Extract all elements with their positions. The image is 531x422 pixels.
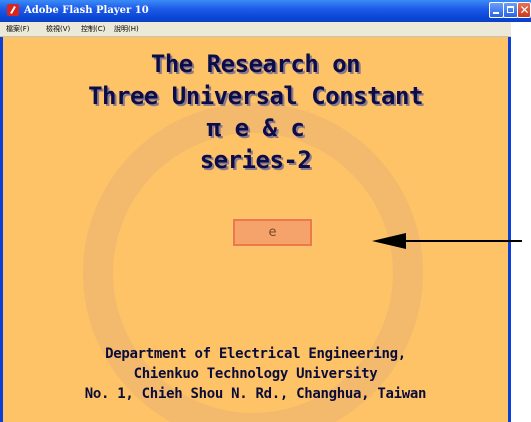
credit-address: No. 1, Chieh Shou N. Rd., Changhua, Taiw… — [84, 386, 427, 402]
flash-player-icon[interactable] — [7, 4, 19, 16]
e-button[interactable]: e — [232, 218, 313, 247]
close-icon: ✕ — [519, 3, 530, 17]
title-bar[interactable]: Adobe Flash Player 10 ✕ — [0, 0, 531, 22]
menu-view[interactable]: 檢視(V) — [46, 23, 70, 35]
menu-help[interactable]: 說明(H) — [114, 23, 139, 35]
heading-line-2: Three Universal Constant — [88, 82, 423, 110]
menu-control[interactable]: 控制(C) — [81, 23, 105, 35]
maximize-button[interactable] — [503, 2, 518, 18]
minimize-button[interactable] — [489, 2, 504, 18]
heading-line-4: series-2 — [199, 146, 312, 174]
flash-stage: The Research on Three Universal Constant… — [3, 37, 508, 422]
credit-university: Chienkuo Technology University — [133, 366, 378, 382]
menu-bar: 檔案(F) 檢視(V) 控制(C) 說明(H) — [0, 22, 511, 37]
heading-line-1: The Research on — [150, 50, 361, 78]
heading-line-3: π e & c — [206, 114, 305, 142]
window-title: Adobe Flash Player 10 — [24, 5, 149, 16]
menu-file[interactable]: 檔案(F) — [6, 23, 30, 35]
arrow-left-icon — [372, 233, 522, 249]
close-button[interactable]: ✕ — [517, 2, 531, 18]
credit-department: Department of Electrical Engineering, — [105, 346, 406, 362]
